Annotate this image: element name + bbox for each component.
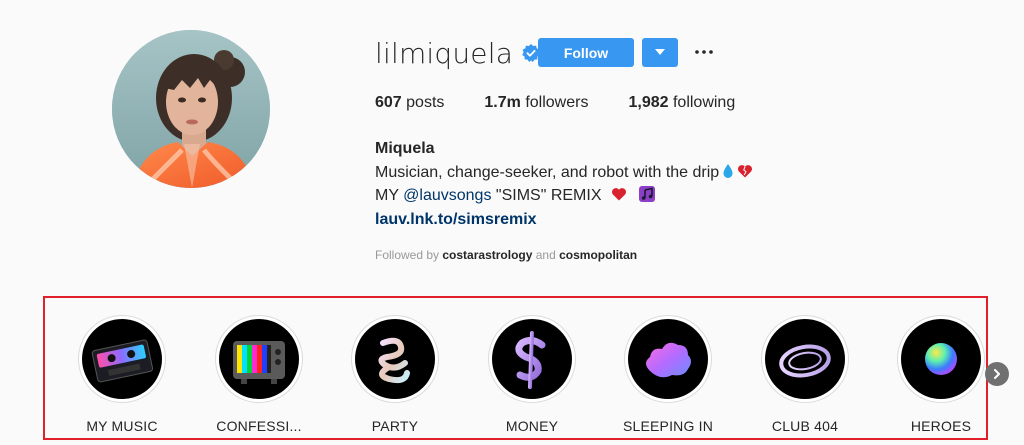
stat-label: following [672, 94, 736, 111]
droplet-emoji-icon [723, 163, 733, 178]
highlight-ring [897, 315, 985, 403]
highlight-label: MONEY [505, 418, 559, 434]
avatar-image [112, 30, 270, 188]
music-notes-emoji-icon [639, 186, 656, 202]
highlight-label: MY MUSIC [86, 418, 158, 434]
mention-link-lauvsongs[interactable]: @lauvsongs [403, 187, 491, 204]
stat-count: 1.7m [484, 94, 521, 111]
followed-by-user: cosmopolitan [559, 248, 638, 262]
caret-down-icon [655, 49, 665, 55]
bio-external-link[interactable]: lauv.lnk.to/simsremix [375, 208, 753, 232]
highlight-cover [492, 319, 572, 399]
stat-label: followers [525, 94, 589, 111]
gradient-orb-icon [925, 343, 957, 375]
club-ring-icon [779, 344, 831, 378]
highlight-ring [624, 315, 712, 403]
broken-heart-emoji-icon [738, 164, 753, 177]
suggestions-dropdown-button[interactable] [642, 38, 678, 67]
dollar-icon [515, 331, 546, 389]
username: lilmiquela [375, 36, 514, 70]
highlight-cover [628, 319, 708, 399]
highlight-heroes[interactable]: HEROES [886, 315, 996, 434]
cloud-icon [646, 342, 691, 378]
heart-emoji-icon [611, 188, 626, 201]
bio-text: Musician, change-seeker, and robot with … [375, 163, 720, 181]
followed-by-user: costarastrology [442, 248, 533, 262]
highlight-label: CONFESSI... [216, 418, 302, 434]
more-dots-icon [695, 50, 713, 54]
followed-by-and: and [532, 248, 560, 262]
highlight-sleeping-in[interactable]: SLEEPING IN [613, 315, 723, 434]
profile-bio: Miquela Musician, change-seeker, and rob… [375, 137, 753, 231]
followed-by-prefix: Followed by [375, 248, 443, 262]
highlight-cover [219, 319, 299, 399]
highlight-ring [78, 315, 166, 403]
highlight-cover [901, 319, 981, 399]
bio-line-1: Musician, change-seeker, and robot with … [375, 161, 753, 185]
tv-icon [233, 341, 285, 384]
highlight-cover [82, 319, 162, 399]
highlight-cover [765, 319, 845, 399]
chevron-right-icon [994, 369, 1000, 379]
highlight-ring [761, 315, 849, 403]
username-row: lilmiquela [375, 36, 540, 70]
highlight-ring [215, 315, 303, 403]
highlights-next-button[interactable] [985, 362, 1009, 386]
highlight-cover [355, 319, 435, 399]
stat-label: posts [406, 94, 445, 111]
stat-followers[interactable]: 1.7m followers [484, 94, 588, 112]
followed-by[interactable]: Followed by costarastrology and cosmopol… [375, 248, 637, 262]
profile-full-name: Miquela [375, 140, 435, 157]
profile-avatar[interactable] [112, 30, 270, 188]
cassette-icon [91, 339, 154, 383]
bio-text: MY [375, 187, 404, 204]
profile-stats: 607 posts 1.7m followers 1,982 following [375, 94, 775, 112]
stat-count: 1,982 [628, 94, 669, 111]
highlight-party[interactable]: PARTY [340, 315, 450, 434]
highlight-club-404[interactable]: CLUB 404 [750, 315, 860, 434]
highlight-label: CLUB 404 [771, 418, 839, 434]
highlight-label: HEROES [910, 418, 972, 434]
highlight-label: PARTY [371, 418, 419, 434]
highlight-confessions[interactable]: CONFESSI... [204, 315, 314, 434]
stat-following[interactable]: 1,982 following [628, 94, 735, 112]
highlight-label: SLEEPING IN [622, 418, 714, 434]
bio-line-2: MY @lauvsongs "SIMS" REMIX [375, 184, 753, 208]
highlight-money[interactable]: MONEY [477, 315, 587, 434]
stat-count: 607 [375, 94, 402, 111]
highlight-ring [488, 315, 576, 403]
bio-text: "SIMS" REMIX [491, 187, 602, 204]
highlight-ring [351, 315, 439, 403]
highlight-my-music[interactable]: MY MUSIC [67, 315, 177, 434]
squiggle-icon [378, 337, 410, 384]
more-options-button[interactable] [692, 40, 716, 64]
stat-posts: 607 posts [375, 94, 444, 112]
follow-button[interactable]: Follow [538, 38, 634, 67]
